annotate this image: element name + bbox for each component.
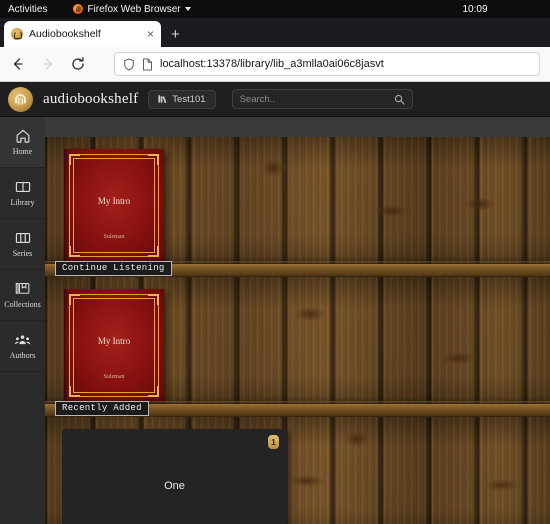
app-header: audiobookshelf Test101 — [0, 82, 550, 117]
new-tab-button[interactable]: + — [171, 27, 180, 42]
shield-icon — [124, 57, 134, 70]
close-icon[interactable]: × — [147, 28, 154, 40]
wood-knot — [440, 352, 476, 365]
book-card[interactable]: My Intro Suleman — [64, 149, 164, 262]
sidebar-item-label: Series — [12, 249, 33, 258]
browser-toolbar: localhost:13378/library/lib_a3mlla0ai06c… — [0, 47, 550, 82]
book-author: Suleman — [103, 374, 125, 380]
cover-corner-ornament — [148, 386, 159, 397]
collection-card[interactable]: 1 One — [62, 429, 287, 524]
sidebar-item-label: Authors — [9, 350, 36, 360]
reload-icon[interactable] — [70, 56, 86, 72]
search-icon[interactable] — [394, 94, 405, 105]
back-arrow-icon[interactable] — [10, 56, 26, 72]
cover-corner-ornament — [148, 294, 159, 305]
wood-knot — [345, 431, 369, 447]
cover-corner-ornament — [69, 294, 80, 305]
sidebar-item-series[interactable]: Series — [0, 219, 45, 270]
wood-knot — [465, 197, 495, 211]
cover-corner-ornament — [148, 246, 159, 257]
app-body: Home Library Series Collections Authors … — [0, 117, 550, 524]
library-selector-label: Test101 — [172, 93, 206, 105]
books-icon — [15, 232, 30, 244]
sidebar-item-authors[interactable]: Authors — [0, 321, 45, 372]
url-text: localhost:13378/library/lib_a3mlla0ai06c… — [160, 58, 384, 70]
headphones-book-glyph — [15, 93, 26, 105]
collection-title: One — [164, 480, 185, 492]
sidebar-item-label: Collections — [4, 300, 41, 309]
wood-knot — [485, 479, 519, 491]
app-menu-label: Firefox Web Browser — [87, 3, 181, 15]
sidebar-item-collections[interactable]: Collections — [0, 270, 45, 321]
book-title: My Intro — [97, 335, 131, 346]
sidebar: Home Library Series Collections Authors — [0, 117, 45, 524]
cover-corner-ornament — [69, 154, 80, 165]
shelf-recently-added: My Intro Suleman Recently Added — [45, 277, 550, 417]
forward-arrow-icon — [43, 58, 53, 70]
audiobookshelf-app: audiobookshelf Test101 Home — [0, 82, 550, 524]
cover-corner-ornament — [69, 246, 80, 257]
book-open-icon — [15, 181, 30, 193]
app-brand[interactable]: audiobookshelf — [43, 91, 138, 108]
book-author: Suleman — [103, 234, 125, 240]
audiobookshelf-logo-icon[interactable] — [8, 86, 33, 112]
wood-knot — [295, 307, 325, 321]
book-card[interactable]: My Intro Suleman — [64, 289, 164, 402]
browser-tab-strip: Audiobookshelf × + — [0, 18, 550, 47]
sidebar-item-library[interactable]: Library — [0, 168, 45, 219]
library-icon — [158, 95, 167, 104]
search-input[interactable] — [239, 93, 394, 105]
wood-knot — [260, 159, 286, 177]
shelf-continue-listening: My Intro Suleman Continue Listening — [45, 137, 550, 277]
authors-icon — [14, 334, 31, 344]
wood-knot — [290, 475, 324, 487]
book-title: My Intro — [97, 195, 131, 206]
gnome-top-bar: Activities Firefox Web Browser 10:09 — [0, 0, 550, 18]
app-menu-firefox[interactable]: Firefox Web Browser — [73, 3, 191, 15]
shelf-third: 1 One — [45, 417, 550, 524]
chevron-down-icon — [184, 7, 191, 11]
search-box[interactable] — [231, 89, 413, 109]
collections-icon — [15, 282, 29, 294]
activities-button[interactable]: Activities — [8, 4, 47, 15]
wood-knot — [375, 205, 409, 217]
library-selector[interactable]: Test101 — [148, 89, 216, 109]
sidebar-item-label: Library — [10, 198, 35, 207]
shelf-label: Recently Added — [55, 401, 149, 416]
cover-corner-ornament — [148, 154, 159, 165]
shelf-top-gap — [45, 117, 550, 137]
cover-corner-ornament — [69, 386, 80, 397]
browser-tab[interactable]: Audiobookshelf × — [4, 21, 161, 47]
sidebar-item-label: Home — [12, 147, 33, 156]
shelf-area: My Intro Suleman Continue Listening My I… — [45, 117, 550, 524]
firefox-icon — [73, 4, 84, 14]
tab-title: Audiobookshelf — [29, 28, 101, 40]
count-badge: 1 — [268, 435, 279, 449]
shelf-label: Continue Listening — [55, 261, 172, 276]
favicon-audiobookshelf-icon — [11, 28, 23, 40]
home-icon — [16, 129, 29, 143]
address-bar[interactable]: localhost:13378/library/lib_a3mlla0ai06c… — [114, 52, 540, 76]
sidebar-item-home[interactable]: Home — [0, 117, 45, 168]
page-icon — [143, 58, 152, 70]
